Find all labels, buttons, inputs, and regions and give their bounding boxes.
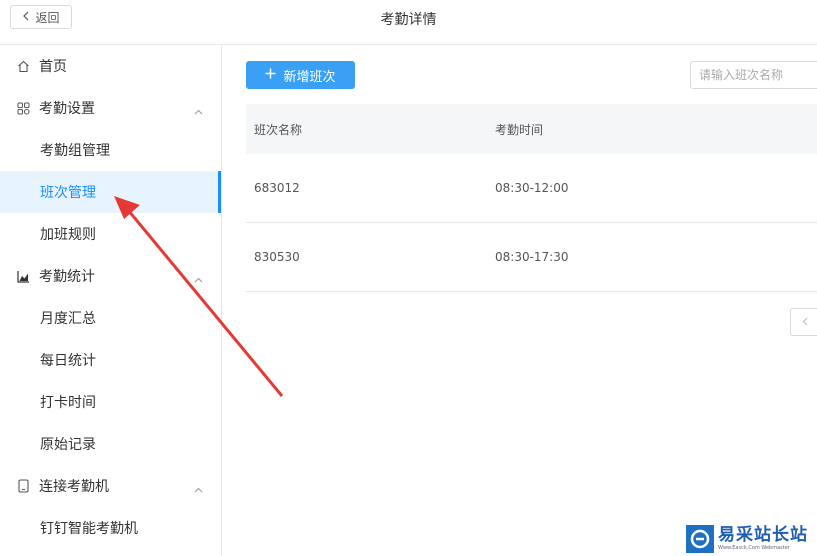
sidebar-item-attendance-group[interactable]: 考勤组管理 — [0, 129, 221, 171]
active-indicator — [218, 171, 221, 213]
watermark-logo: 易采站长站 Www.Easck.Com Webmaster — [683, 522, 817, 556]
shift-table: 班次名称 考勤时间 683012 08:30-12:00 830530 08:3… — [246, 104, 817, 292]
sidebar-item-shift-label: 班次管理 — [40, 185, 96, 201]
sidebar-item-dingtalk-device[interactable]: 钉钉智能考勤机 — [0, 507, 221, 549]
table-row[interactable]: 830530 08:30-17:30 — [246, 223, 817, 292]
sidebar-item-shift-management[interactable]: 班次管理 — [0, 171, 221, 213]
cell-attendance-time: 08:30-17:30 — [495, 250, 569, 264]
chevron-up-icon — [194, 103, 203, 119]
column-header-attendance-time: 考勤时间 — [495, 122, 544, 137]
cell-shift-name: 830530 — [254, 250, 300, 264]
watermark-subtitle: Www.Easck.Com Webmaster — [718, 545, 790, 551]
nav-attendance-settings[interactable]: 考勤设置 — [0, 87, 221, 129]
watermark-title: 易采站长站 — [718, 525, 808, 545]
nav-home[interactable]: 首页 — [0, 45, 221, 87]
main-content: 新增班次 班次名称 考勤时间 683012 08:30-12:00 830530… — [223, 46, 817, 556]
sidebar-item-raw-records[interactable]: 原始记录 — [0, 423, 221, 465]
page-title: 考勤详情 — [380, 12, 437, 28]
column-header-shift-name: 班次名称 — [254, 122, 303, 137]
add-shift-button[interactable]: 新增班次 — [246, 61, 355, 89]
home-icon — [16, 59, 30, 73]
nav-attendance-settings-label: 考勤设置 — [39, 101, 95, 117]
plus-icon — [265, 68, 276, 83]
nav-connect-device-label: 连接考勤机 — [39, 479, 109, 495]
chevron-left-icon — [802, 316, 808, 329]
sidebar: 首页 考勤设置 考勤组管理 班次管理 加班规则 考勤统计 月度汇总 每日统计 打… — [0, 45, 222, 556]
sidebar-item-daily-stats[interactable]: 每日统计 — [0, 339, 221, 381]
chevron-up-icon — [194, 271, 203, 287]
add-shift-label: 新增班次 — [283, 69, 336, 85]
table-row[interactable]: 683012 08:30-12:00 — [246, 154, 817, 223]
tablet-icon — [16, 479, 30, 493]
table-header: 班次名称 考勤时间 — [246, 104, 817, 154]
settings-grid-icon — [16, 101, 30, 115]
watermark-emblem-icon — [686, 525, 714, 553]
sidebar-item-overtime-rules[interactable]: 加班规则 — [0, 213, 221, 255]
cell-attendance-time: 08:30-12:00 — [495, 181, 569, 195]
shift-search-input[interactable] — [690, 61, 817, 89]
pagination-prev-button[interactable] — [790, 308, 817, 336]
top-bar: 返回 考勤详情 — [0, 0, 817, 45]
cell-shift-name: 683012 — [254, 181, 300, 195]
chevron-up-icon — [194, 481, 203, 497]
nav-attendance-stats[interactable]: 考勤统计 — [0, 255, 221, 297]
sidebar-item-monthly-summary[interactable]: 月度汇总 — [0, 297, 221, 339]
nav-attendance-stats-label: 考勤统计 — [39, 269, 95, 285]
nav-home-label: 首页 — [39, 59, 67, 75]
sidebar-item-punch-time[interactable]: 打卡时间 — [0, 381, 221, 423]
bar-chart-icon — [16, 269, 30, 283]
nav-connect-device[interactable]: 连接考勤机 — [0, 465, 221, 507]
